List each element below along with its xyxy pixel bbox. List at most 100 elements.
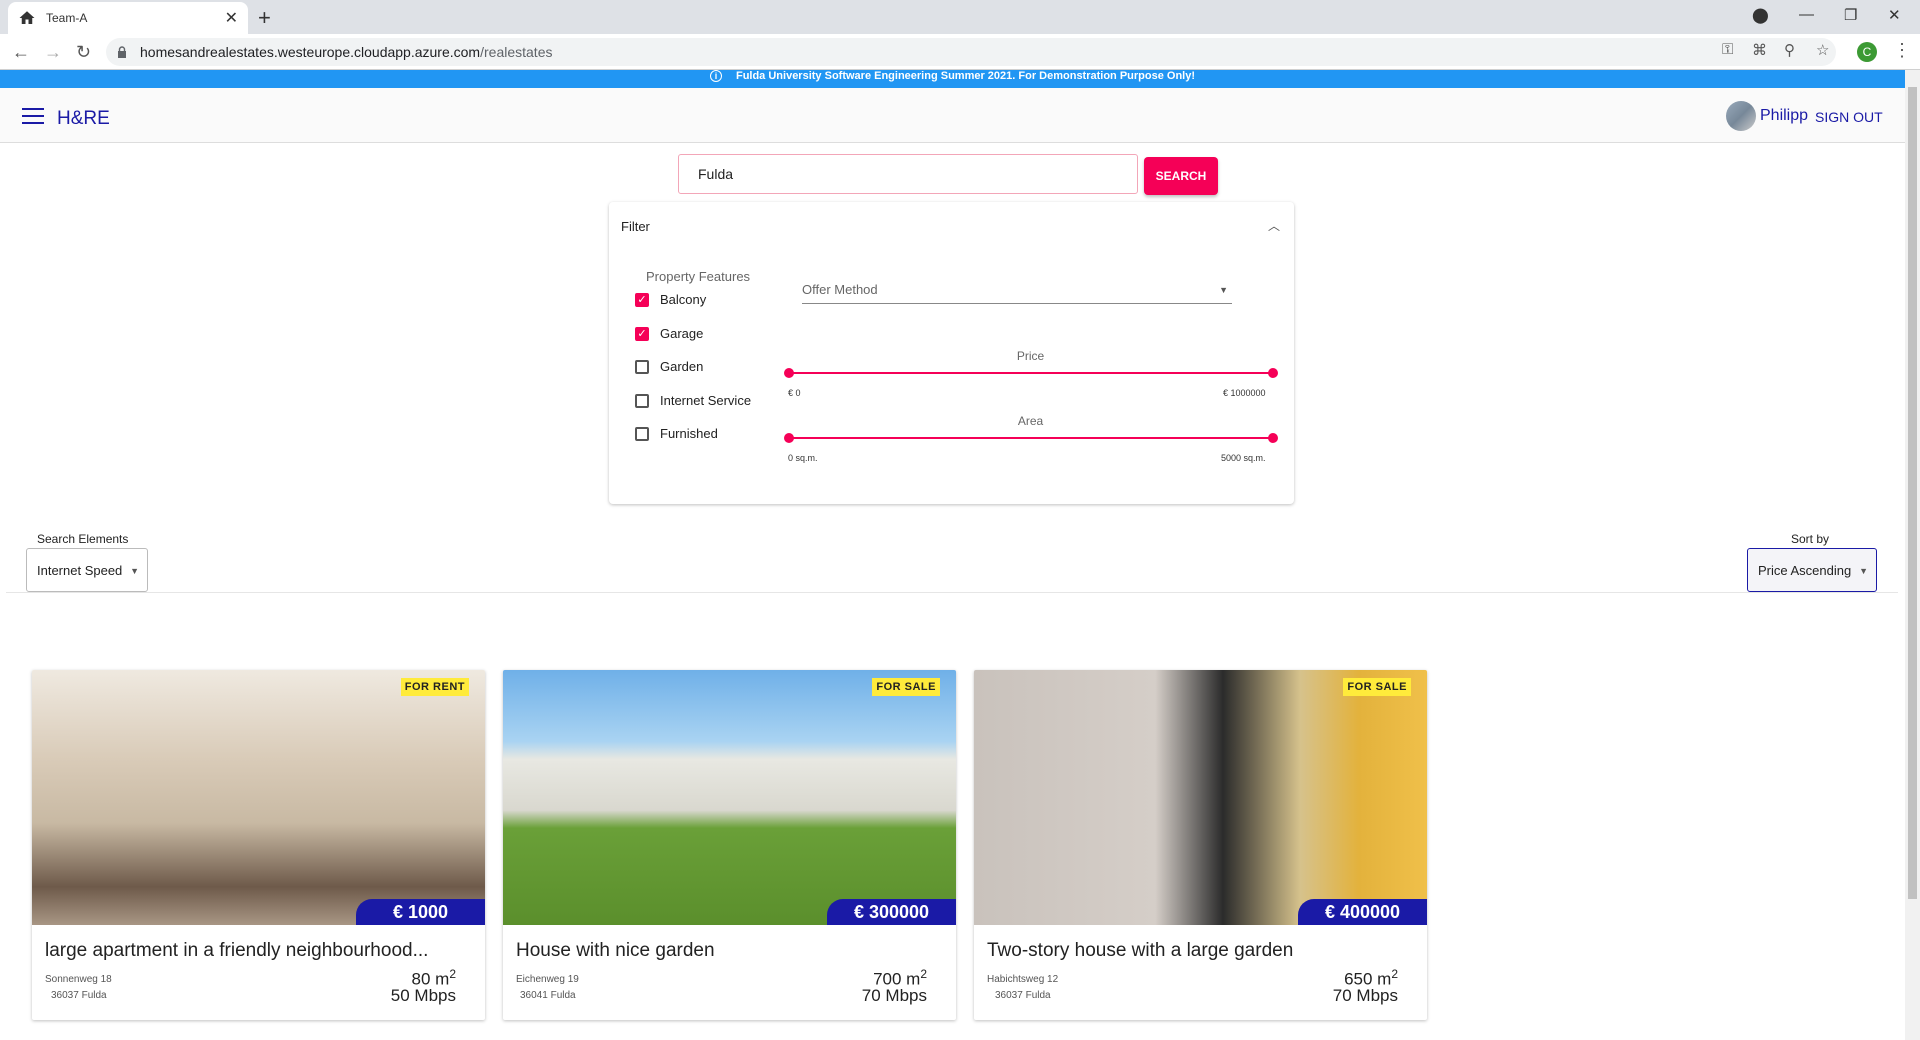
close-tab-icon[interactable]: ✕	[225, 8, 238, 28]
price-tag: € 300000	[827, 899, 956, 925]
home-icon	[19, 11, 35, 24]
search-input[interactable]: Fulda	[678, 154, 1138, 194]
feature-label: Balcony	[660, 292, 707, 307]
filter-panel: Filter ︿ Property Features ✓ Balcony ✓ G…	[609, 202, 1294, 504]
internet-speed: 70 Mbps	[861, 985, 927, 1005]
url-host: homesandrealestates.westeurope.cloudapp.…	[140, 44, 481, 60]
profile-menu-icon[interactable]: ⬤	[1752, 6, 1769, 24]
app-bar: H&RE Philipp SIGN OUT	[0, 88, 1905, 143]
browser-tab-bar: Team-A ✕ + ⬤ — ❐ ✕	[0, 0, 1920, 34]
chevron-up-icon[interactable]: ︿	[1268, 217, 1280, 234]
status-badge: FOR SALE	[872, 678, 940, 696]
feature-furnished[interactable]: Furnished	[635, 426, 718, 441]
listing-address: Habichtsweg 12 36037 Fulda	[987, 972, 1058, 1004]
zoom-icon[interactable]: ⚲	[1784, 41, 1795, 59]
bookmark-star-icon[interactable]: ☆	[1816, 41, 1829, 59]
listing-card[interactable]: FOR SALE € 400000 Two-story house with a…	[974, 670, 1427, 1020]
listing-card[interactable]: FOR SALE € 300000 House with nice garden…	[503, 670, 956, 1020]
listing-photo[interactable]	[974, 670, 1427, 925]
back-icon[interactable]: ←	[12, 42, 30, 63]
offer-method-select[interactable]: Offer Method ▼	[802, 280, 1232, 304]
reload-icon[interactable]: ↻	[76, 42, 91, 63]
key-icon[interactable]: ⚿	[1722, 41, 1733, 58]
city: 36037 Fulda	[995, 990, 1051, 1001]
listing-metrics: 700 m2 70 Mbps	[861, 967, 927, 1005]
status-badge: FOR SALE	[1343, 678, 1411, 696]
feature-label: Furnished	[660, 426, 718, 441]
browser-tab[interactable]: Team-A ✕	[8, 2, 248, 34]
lock-icon	[118, 46, 126, 58]
city: 36037 Fulda	[51, 990, 107, 1001]
offer-method-placeholder: Offer Method	[802, 282, 878, 297]
price-slider-track[interactable]	[788, 372, 1273, 374]
search-button[interactable]: SEARCH	[1144, 157, 1218, 195]
search-elements-label: Search Elements	[37, 532, 129, 546]
feature-garage[interactable]: ✓ Garage	[635, 326, 703, 341]
demo-banner: i Fulda University Software Engineering S…	[0, 70, 1905, 88]
price-label: Price	[1016, 349, 1045, 363]
street: Eichenweg 19	[516, 974, 579, 985]
sort-value: Price Ascending	[1758, 563, 1852, 578]
feature-internet-service[interactable]: Internet Service	[635, 393, 751, 408]
brand-logo[interactable]: H&RE	[57, 108, 110, 130]
area-label: Area	[1017, 414, 1044, 428]
banner-text: Fulda University Software Engineering Su…	[735, 70, 1196, 82]
price-min-thumb[interactable]	[784, 368, 794, 378]
username: Philipp	[1760, 107, 1809, 124]
filter-title[interactable]: Filter	[621, 219, 650, 234]
area-min-label: 0 sq.m.	[788, 453, 818, 463]
checkbox-checked-icon[interactable]: ✓	[635, 326, 649, 341]
feature-balcony[interactable]: ✓ Balcony	[635, 292, 706, 307]
search-elements-select[interactable]: Internet Speed ▼	[26, 548, 148, 592]
area-max-thumb[interactable]	[1268, 433, 1278, 443]
avatar[interactable]	[1726, 101, 1756, 131]
listing-title[interactable]: Two-story house with a large garden	[987, 940, 1417, 962]
forward-icon[interactable]: →	[44, 42, 62, 63]
checkbox-unchecked-icon[interactable]	[635, 359, 649, 374]
dropdown-arrow-icon: ▼	[1859, 566, 1868, 576]
tab-title: Team-A	[46, 11, 88, 25]
translate-icon[interactable]: ⌘	[1752, 41, 1767, 59]
price-max-thumb[interactable]	[1268, 368, 1278, 378]
price-min-label: € 0	[788, 388, 801, 398]
scrollbar-thumb[interactable]	[1908, 87, 1917, 899]
window-close-icon[interactable]: ✕	[1888, 6, 1901, 24]
street: Sonnenweg 18	[45, 974, 112, 985]
area-max-label: 5000 sq.m.	[1221, 453, 1266, 463]
feature-label: Garage	[660, 326, 704, 341]
results-toolbar: Search Elements Internet Speed ▼ Sort by…	[6, 530, 1898, 593]
checkbox-unchecked-icon[interactable]	[635, 426, 649, 441]
info-icon: i	[709, 70, 722, 82]
listing-address: Sonnenweg 18 36037 Fulda	[45, 972, 112, 1004]
sign-out-button[interactable]: SIGN OUT	[1815, 109, 1883, 125]
checkbox-checked-icon[interactable]: ✓	[635, 292, 649, 307]
listing-title[interactable]: House with nice garden	[516, 940, 946, 962]
listing-title[interactable]: large apartment in a friendly neighbourh…	[45, 940, 475, 962]
listing-address: Eichenweg 19 36041 Fulda	[516, 972, 579, 1004]
property-features-label: Property Features	[646, 269, 751, 284]
url-field[interactable]: homesandrealestates.westeurope.cloudapp.…	[106, 38, 1836, 66]
checkbox-unchecked-icon[interactable]	[635, 393, 649, 408]
listing-metrics: 650 m2 70 Mbps	[1332, 967, 1398, 1005]
area-min-thumb[interactable]	[784, 433, 794, 443]
street: Habichtsweg 12	[987, 974, 1059, 985]
feature-garden[interactable]: Garden	[635, 359, 703, 374]
listing-photo[interactable]	[503, 670, 956, 925]
listing-metrics: 80 m2 50 Mbps	[390, 967, 456, 1005]
price-tag: € 1000	[356, 899, 485, 925]
listing-photo[interactable]	[32, 670, 485, 925]
listing-card[interactable]: FOR RENT € 1000 large apartment in a fri…	[32, 670, 485, 1020]
internet-speed: 70 Mbps	[1332, 985, 1398, 1005]
minimize-icon[interactable]: —	[1799, 6, 1814, 23]
price-tag: € 400000	[1298, 899, 1427, 925]
new-tab-icon[interactable]: +	[258, 5, 271, 31]
city: 36041 Fulda	[520, 990, 576, 1001]
restore-icon[interactable]: ❐	[1844, 6, 1857, 24]
menu-icon[interactable]	[22, 108, 44, 124]
sort-select[interactable]: Price Ascending ▼	[1747, 548, 1877, 592]
status-badge: FOR RENT	[400, 678, 469, 696]
browser-menu-icon[interactable]: ⋮	[1893, 40, 1911, 61]
url-path: /realestates	[480, 44, 553, 60]
area-slider-track[interactable]	[788, 437, 1273, 439]
profile-avatar[interactable]: C	[1857, 42, 1877, 62]
